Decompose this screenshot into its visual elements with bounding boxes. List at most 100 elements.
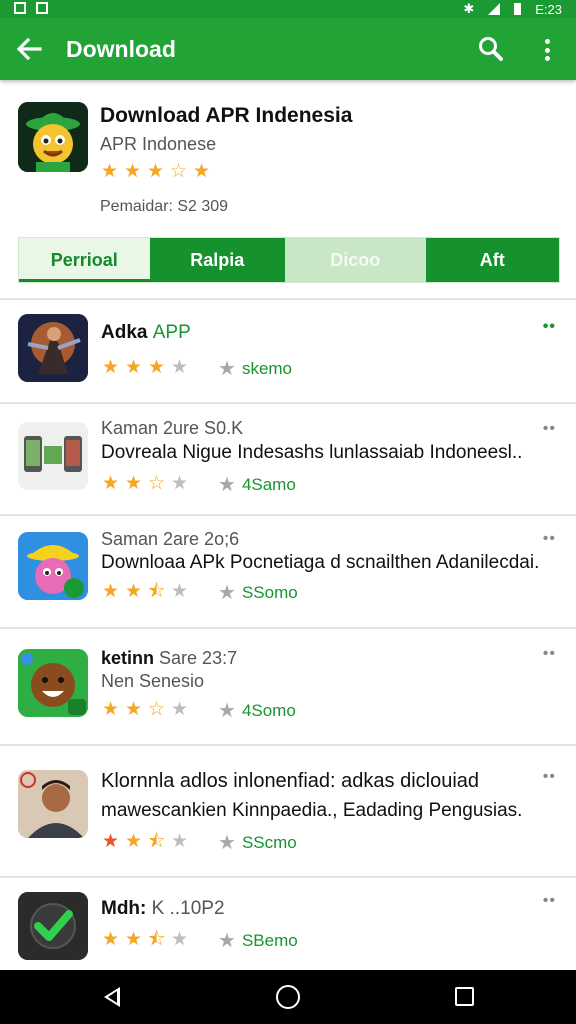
star-icon: ★ [170, 929, 189, 950]
star-icon: ★ [218, 582, 236, 604]
star-icon: ★ [123, 161, 142, 182]
app-name: Mdh: [101, 898, 147, 919]
notification-icon [14, 2, 26, 14]
rating-stars: ★ ★ ⯪ ★ [101, 930, 189, 950]
app-title: Download APR Indenesia [100, 104, 353, 127]
app-icon-face [18, 649, 88, 717]
tab-ralpia[interactable]: Ralpia [149, 238, 286, 282]
star-icon: ★ [147, 357, 166, 378]
rating-stars: ★ ★ ⯪ ★ [101, 582, 189, 602]
tab-perrioal[interactable]: Perrioal [19, 238, 150, 282]
star-icon: ★ [101, 831, 120, 852]
star-icon: ★ [124, 473, 143, 494]
app-tag: APP [152, 322, 191, 343]
checkmark-app-icon [18, 892, 88, 960]
list-item[interactable]: Mdh: K ..10P2 ★ ★ ⯪ ★ ★ SBemo •• [0, 878, 576, 970]
tab-dicoo[interactable]: Dicoo [285, 238, 426, 282]
star-half-icon: ⯪ [147, 929, 166, 950]
overflow-menu-icon[interactable]: •• [543, 420, 556, 438]
star-outline-icon: ☆ [147, 473, 166, 494]
star-outline-icon: ☆ [169, 161, 188, 182]
review-count: SSomo [241, 582, 298, 602]
system-nav-bar [0, 970, 576, 1024]
app-subtitle: Sare 23:7 [159, 648, 238, 668]
app-icon-photo [18, 770, 88, 838]
review-count: SScmo [241, 832, 297, 852]
overflow-menu-icon[interactable]: •• [543, 892, 556, 910]
nav-back-icon-inner [108, 991, 117, 1003]
rating-stars: ★ ★ ★ ★ [101, 358, 189, 378]
star-icon: ★ [101, 581, 120, 602]
star-icon: ★ [124, 929, 143, 950]
app-name: Adka [101, 322, 148, 343]
star-icon: ★ [124, 831, 143, 852]
more-vert-icon[interactable] [534, 36, 560, 64]
review-count: skemo [241, 358, 293, 378]
review-count: 4Samo [241, 474, 296, 494]
overflow-menu-icon[interactable]: •• [543, 318, 556, 336]
status-bar: ✱ E:23 [0, 0, 576, 18]
review-count: SBemo [241, 930, 298, 950]
signal-icon [488, 3, 501, 15]
app-description: mawescankien Kinnpaedia., Eadading Pengu… [101, 800, 523, 821]
star-icon: ★ [124, 699, 143, 720]
rating-stars: ★ ★ ☆ ★ [101, 474, 189, 494]
list-item[interactable]: Kaman 2ure S0.K Dovreala Nigue Indesashs… [0, 404, 576, 514]
rating-stars: ★ ★ ⯪ ★ [101, 832, 189, 852]
app-icon-phones [18, 422, 88, 490]
overflow-menu-icon[interactable]: •• [543, 768, 556, 786]
star-icon: ★ [218, 930, 236, 952]
search-icon[interactable] [476, 34, 506, 64]
star-icon: ★ [170, 473, 189, 494]
star-icon: ★ [170, 831, 189, 852]
star-icon: ★ [101, 699, 120, 720]
app-icon-game [18, 314, 88, 382]
developer-name: APR Indonese [100, 134, 217, 154]
overflow-menu-icon[interactable]: •• [543, 530, 556, 548]
star-icon: ★ [100, 161, 119, 182]
star-icon: ★ [101, 473, 120, 494]
app-name: Dovreala Nigue Indesashs lunlassaiab Ind… [101, 442, 523, 463]
list-item[interactable]: Saman 2are 2o;6 Downloaa APk Pocnetiaga … [0, 516, 576, 626]
nav-recents-icon[interactable] [455, 987, 474, 1006]
app-subtitle: Kaman 2ure S0.K [101, 418, 244, 438]
star-icon: ★ [192, 161, 211, 182]
battery-icon [514, 3, 522, 15]
app-developer: Nen Senesio [101, 671, 205, 691]
rating-stars: ★ ★ ☆ ★ [101, 700, 189, 720]
app-subtitle: Saman 2are 2o;6 [101, 529, 240, 549]
app-name: Klornnla adlos inlonenfiad: adkas diclou… [101, 770, 480, 792]
app-icon-cartoon [18, 532, 88, 600]
star-icon: ★ [170, 699, 189, 720]
tab-aft[interactable]: Aft [425, 238, 559, 282]
rating-stars: ★ ★ ★ ☆ ★ [100, 162, 211, 182]
star-icon: ★ [101, 357, 120, 378]
list-item[interactable]: ketinn Sare 23:7 Nen Senesio ★ ★ ☆ ★ ★ 4Somo… [0, 629, 576, 743]
notification-icon [36, 2, 48, 14]
status-time: E:23 [535, 1, 562, 17]
download-count: Pemaidar: S2 309 [100, 198, 229, 215]
star-icon: ★ [218, 700, 236, 722]
star-icon: ★ [124, 357, 143, 378]
app-icon-mascot [18, 102, 88, 172]
bluetooth-icon: ✱ [463, 1, 475, 16]
list-item[interactable]: Klornnla adlos inlonenfiad: adkas diclou… [0, 746, 576, 874]
star-icon: ★ [146, 161, 165, 182]
star-half-icon: ⯪ [147, 831, 166, 852]
list-item[interactable]: Adka APP ★ ★ ★ ★ ★ skemo •• [0, 300, 576, 402]
star-icon: ★ [124, 581, 143, 602]
status-notification-icons [14, 2, 48, 14]
arrow-left-icon[interactable] [14, 34, 44, 64]
tab-bar: Perrioal Ralpia Dicoo Aft [18, 237, 560, 283]
nav-home-icon[interactable] [276, 985, 300, 1009]
star-icon: ★ [218, 358, 236, 380]
star-icon: ★ [170, 581, 189, 602]
app-subtitle: K ..10P2 [151, 898, 225, 919]
app-bar: Download [0, 18, 576, 80]
star-icon: ★ [218, 474, 236, 496]
star-icon: ★ [101, 929, 120, 950]
star-half-icon: ⯪ [147, 581, 166, 602]
page-title: Download [66, 36, 176, 62]
overflow-menu-icon[interactable]: •• [543, 645, 556, 663]
star-icon: ★ [170, 357, 189, 378]
